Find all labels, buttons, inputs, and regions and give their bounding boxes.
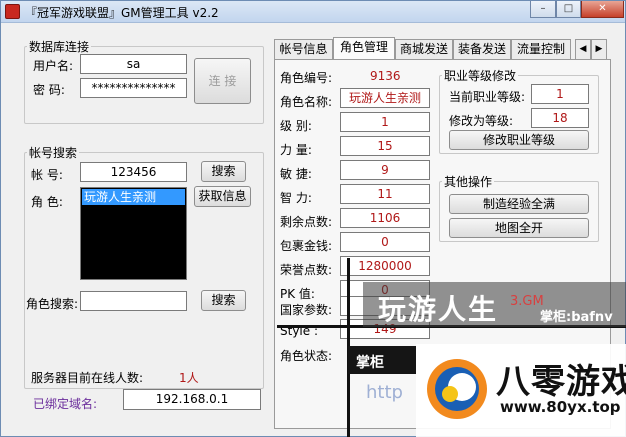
role-list-item[interactable]: 玩游人生亲测 xyxy=(82,189,185,205)
agility-field[interactable]: 9 xyxy=(340,160,430,180)
account-search-legend: 帐号搜索 xyxy=(29,146,78,160)
watermark-gm-text: 3.GM xyxy=(510,294,544,309)
account-search-button[interactable]: 搜索 xyxy=(201,161,246,182)
watermark-shopkeeper-short: 掌柜 xyxy=(356,355,384,371)
intelligence-field[interactable]: 11 xyxy=(340,184,430,204)
account-label: 帐 号: xyxy=(31,168,63,182)
tab-role-management[interactable]: 角色管理 xyxy=(333,37,395,59)
role-id-label: 角色编号: xyxy=(280,71,333,85)
new-job-level-label: 修改为等级: xyxy=(449,114,514,128)
connect-button[interactable]: 连 接 xyxy=(194,58,251,104)
role-search-label: 角色搜索: xyxy=(26,297,79,311)
open-all-maps-button[interactable]: 地图全开 xyxy=(449,218,589,238)
maximize-button[interactable]: □ xyxy=(556,1,581,18)
pk-label: PK 值: xyxy=(280,287,315,301)
online-count-label: 服务器目前在线人数: xyxy=(31,371,144,385)
nation-label: 国家参数: xyxy=(280,303,333,317)
tab-scroll-left-icon[interactable]: ◀ xyxy=(575,39,591,59)
level-field[interactable]: 1 xyxy=(340,112,430,132)
modify-job-level-button[interactable]: 修改职业等级 xyxy=(449,130,589,150)
db-password-label: 密 码: xyxy=(33,83,65,97)
close-button[interactable]: ✕ xyxy=(581,1,624,18)
brand-swirl-icon xyxy=(427,359,487,419)
account-field[interactable]: 123456 xyxy=(80,162,187,182)
db-password-field[interactable]: ************** xyxy=(80,78,187,98)
brand-url: www.80yx.top xyxy=(500,398,621,416)
remaining-points-field[interactable]: 1106 xyxy=(340,208,430,228)
strength-label: 力 量: xyxy=(280,143,312,157)
role-search-button[interactable]: 搜索 xyxy=(201,290,246,311)
role-name-field[interactable]: 玩游人生亲测 xyxy=(340,88,430,108)
role-name-label: 角色名称: xyxy=(280,95,333,109)
title-bar: 『冠军游戏联盟』GM管理工具 v2.2 – □ ✕ xyxy=(1,1,625,23)
watermark-shopkeeper: 掌柜:bafnv xyxy=(540,310,613,325)
bound-domain-field[interactable]: 192.168.0.1 xyxy=(123,389,261,410)
max-exp-button[interactable]: 制造经验全满 xyxy=(449,194,589,214)
current-job-level-label: 当前职业等级: xyxy=(449,90,526,104)
role-list[interactable]: 玩游人生亲测 xyxy=(80,187,187,280)
db-connection-legend: 数据库连接 xyxy=(29,40,90,54)
honor-points-field[interactable]: 1280000 xyxy=(340,256,430,276)
tab-equip-send[interactable]: 装备发送 xyxy=(453,39,511,59)
job-level-legend: 职业等级修改 xyxy=(444,69,517,83)
current-job-level-field[interactable]: 1 xyxy=(531,84,589,104)
honor-points-label: 荣誉点数: xyxy=(280,263,333,277)
window-title: 『冠军游戏联盟』GM管理工具 v2.2 xyxy=(25,6,219,20)
remaining-points-label: 剩余点数: xyxy=(280,215,333,229)
app-icon xyxy=(5,4,20,19)
watermark-text-main: 玩游人生 xyxy=(378,293,499,326)
watermark-http: http xyxy=(366,382,403,403)
tab-traffic-control[interactable]: 流量控制 xyxy=(511,39,571,59)
minimize-button[interactable]: – xyxy=(530,1,556,18)
online-count-value: 1人 xyxy=(179,371,199,385)
other-ops-legend: 其他操作 xyxy=(444,175,493,189)
tab-mall-send[interactable]: 商城发送 xyxy=(395,39,453,59)
role-search-field[interactable] xyxy=(80,291,187,311)
agility-label: 敏 捷: xyxy=(280,167,312,181)
bound-domain-label: 已绑定域名: xyxy=(33,397,98,411)
db-user-field[interactable]: sa xyxy=(80,54,187,74)
get-info-button[interactable]: 获取信息 xyxy=(194,186,251,207)
brand-logo-block: 八零游戏 www.80yx.top xyxy=(416,344,626,437)
role-id-value: 9136 xyxy=(370,69,401,83)
brand-name: 八零游戏 xyxy=(496,362,626,402)
bag-gold-label: 包裹金钱: xyxy=(280,239,333,253)
tab-account-info[interactable]: 帐号信息 xyxy=(274,39,333,59)
role-state-label: 角色状态: xyxy=(280,349,333,363)
intelligence-label: 智 力: xyxy=(280,191,312,205)
role-label: 角 色: xyxy=(31,195,63,209)
tab-bar: 帐号信息 角色管理 商城发送 装备发送 流量控制 ◀ ▶ xyxy=(274,37,614,59)
bag-gold-field[interactable]: 0 xyxy=(340,232,430,252)
strength-field[interactable]: 15 xyxy=(340,136,430,156)
db-user-label: 用户名: xyxy=(33,59,74,73)
new-job-level-field[interactable]: 18 xyxy=(531,108,589,128)
tab-scroll-right-icon[interactable]: ▶ xyxy=(591,39,607,59)
level-label: 级 别: xyxy=(280,119,312,133)
